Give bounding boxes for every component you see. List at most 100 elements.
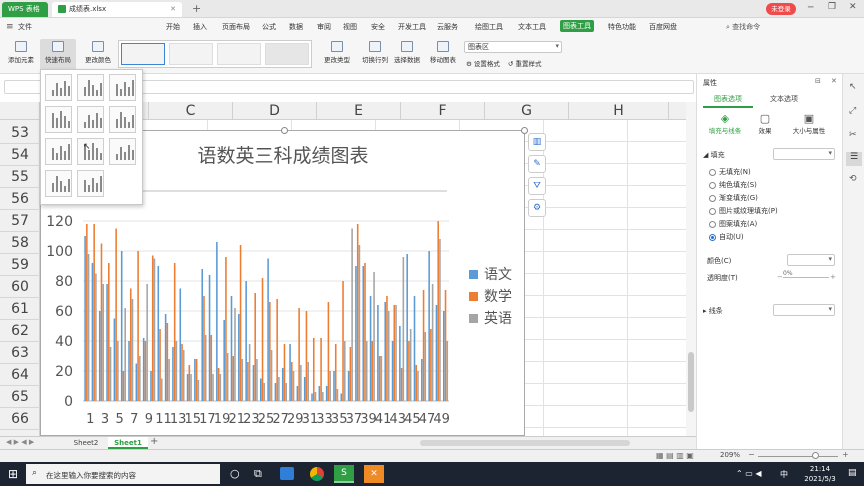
horizontal-scroll-thumb[interactable]	[420, 440, 630, 446]
column-f[interactable]: F	[401, 102, 485, 120]
chrome-icon[interactable]	[310, 467, 324, 481]
bar-2-5[interactable]	[115, 228, 117, 402]
change-color-button[interactable]: 更改颜色	[80, 41, 116, 64]
layout-thumbnail-10[interactable]	[45, 170, 72, 197]
bar-3-49[interactable]	[439, 239, 441, 401]
menu-item-8[interactable]: 开发工具	[398, 22, 426, 32]
layout-thumbnail-2[interactable]	[77, 74, 104, 101]
bar-3-15[interactable]	[190, 374, 192, 401]
bar-1-42[interactable]	[384, 302, 387, 401]
bar-1-39[interactable]	[362, 266, 365, 401]
clock[interactable]: 21:14 2021/5/3	[800, 464, 840, 484]
row-59[interactable]: 59	[0, 254, 40, 276]
switch-row-col-button[interactable]: 切换行列	[358, 41, 392, 64]
bar-3-11[interactable]	[161, 378, 163, 402]
bar-3-1[interactable]	[87, 254, 90, 401]
add-element-button[interactable]: 添加元素	[4, 41, 38, 64]
transparency-slider[interactable]	[783, 277, 829, 278]
bar-3-18[interactable]	[212, 374, 214, 401]
layout-thumbnail-1[interactable]	[45, 74, 72, 101]
fill-option-1[interactable]: 纯色填充(S)	[709, 180, 757, 190]
search-command[interactable]: ⌕ 查找命令	[726, 22, 760, 32]
pointer-icon[interactable]: ↖	[849, 82, 857, 92]
bar-1-26[interactable]	[267, 258, 269, 402]
bar-1-19[interactable]	[216, 242, 218, 401]
menu-item-14[interactable]: 百度网盘	[649, 22, 677, 32]
vertical-scroll-thumb[interactable]	[688, 352, 694, 412]
chart-style-gallery[interactable]	[118, 40, 312, 68]
bar-2-35[interactable]	[334, 344, 337, 401]
bar-2-15[interactable]	[188, 365, 191, 401]
bar-1-6[interactable]	[120, 251, 123, 401]
bar-1-10[interactable]	[150, 371, 152, 401]
bar-3-9[interactable]	[146, 284, 148, 401]
bar-2-49[interactable]	[437, 221, 439, 401]
chart-style-1[interactable]	[121, 43, 165, 65]
notification-icon[interactable]: ▤	[848, 468, 857, 478]
bar-1-16[interactable]	[194, 359, 196, 401]
menu-item-4[interactable]: 数据	[289, 22, 303, 32]
chart-area-select[interactable]: 图表区	[464, 41, 562, 53]
bar-2-39[interactable]	[364, 263, 366, 401]
minimize-icon[interactable]: ─	[808, 3, 813, 13]
app-tab[interactable]: WPS 表格	[2, 2, 48, 17]
bar-3-3[interactable]	[102, 284, 105, 401]
color-dropdown[interactable]	[787, 254, 835, 266]
layout-thumbnail-3[interactable]	[109, 74, 136, 101]
bar-2-19[interactable]	[217, 368, 220, 401]
select-data-button[interactable]: 选择数据	[390, 41, 424, 64]
bar-1-40[interactable]	[369, 296, 372, 401]
layout-thumbnail-4[interactable]	[45, 106, 72, 133]
taskbar-search[interactable]: ⌕ 在这里输入你要搜索的内容	[26, 464, 220, 484]
row-63[interactable]: 63	[0, 342, 40, 364]
view-mode-icons[interactable]: ▦ ▤ ▥ ▣	[656, 451, 694, 460]
bar-1-5[interactable]	[113, 318, 116, 402]
bar-1-3[interactable]	[98, 311, 101, 401]
vertical-scrollbar[interactable]	[686, 102, 696, 436]
add-sheet-button[interactable]: +	[150, 436, 158, 447]
bar-3-2[interactable]	[95, 273, 97, 402]
layout-thumbnail-7[interactable]	[45, 138, 72, 165]
line-section-header[interactable]: ▸ 线条	[703, 306, 723, 316]
bar-1-29[interactable]	[289, 344, 291, 401]
chart-title[interactable]: 语数英三科成绩图表	[197, 145, 368, 167]
ime-indicator[interactable]: 中	[780, 469, 788, 480]
row-61[interactable]: 61	[0, 298, 40, 320]
tray-icons[interactable]: ⌃ ▭ ◀	[736, 469, 762, 478]
bar-3-17[interactable]	[204, 335, 207, 401]
bar-2-9[interactable]	[144, 341, 147, 401]
bar-3-24[interactable]	[256, 359, 258, 401]
bar-1-46[interactable]	[413, 296, 416, 401]
store-icon[interactable]	[280, 467, 294, 480]
bar-1-38[interactable]	[355, 266, 357, 401]
new-tab-icon[interactable]: +	[192, 2, 201, 15]
bar-1-12[interactable]	[164, 314, 167, 401]
bar-2-3[interactable]	[100, 243, 103, 402]
bar-1-45[interactable]	[406, 254, 408, 401]
tab-chart-options[interactable]: 图表选项	[703, 94, 753, 108]
layout-thumbnail-11[interactable]	[77, 170, 104, 197]
bar-3-5[interactable]	[117, 341, 119, 401]
bar-2-32[interactable]	[312, 338, 315, 401]
xmind-taskbar-icon[interactable]: ✕	[364, 465, 384, 483]
bar-1-9[interactable]	[142, 338, 145, 401]
bar-3-47[interactable]	[424, 332, 427, 401]
menu-item-1[interactable]: 插入	[193, 22, 207, 32]
hamburger-icon[interactable]: ≡	[6, 22, 14, 32]
bar-1-31[interactable]	[303, 377, 306, 401]
bar-2-36[interactable]	[342, 281, 344, 401]
panel-close-icon[interactable]: ✕	[831, 77, 837, 85]
bar-1-47[interactable]	[421, 359, 423, 401]
chart-elements-icon[interactable]: ▥	[528, 133, 546, 151]
subtab-effects[interactable]: ▢ 效果	[751, 112, 779, 135]
menu-item-2[interactable]: 页面布局	[222, 22, 250, 32]
maximize-icon[interactable]: ❐	[828, 2, 836, 12]
fill-option-5[interactable]: 自动(U)	[709, 232, 744, 242]
legend-label-2[interactable]: 数学	[484, 289, 512, 305]
bar-2-1[interactable]	[86, 224, 88, 401]
chart-style-2[interactable]	[169, 43, 213, 65]
bar-1-48[interactable]	[428, 251, 430, 401]
bar-2-43[interactable]	[393, 305, 396, 401]
row-62[interactable]: 62	[0, 320, 40, 342]
subtab-fill-line[interactable]: ◈ 填充与线条	[701, 112, 749, 135]
